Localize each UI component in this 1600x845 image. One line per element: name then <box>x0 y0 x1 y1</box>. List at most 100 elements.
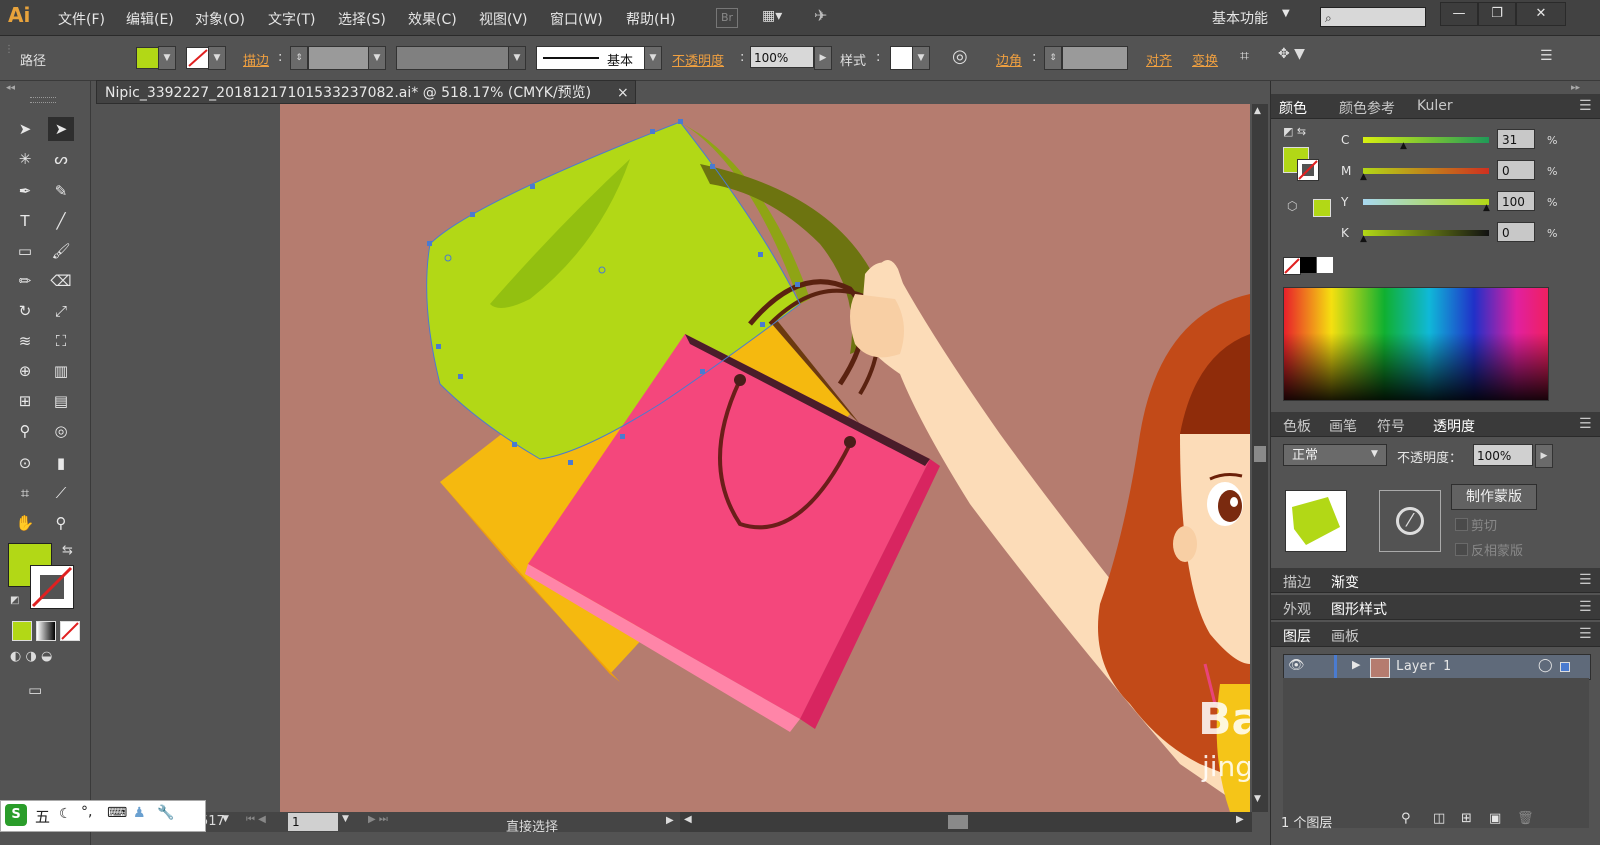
stroke-panel-menu-icon[interactable]: ☰ <box>1579 572 1592 588</box>
corner-field[interactable] <box>1062 46 1128 70</box>
black-color-button[interactable] <box>1300 257 1316 273</box>
make-mask-button[interactable]: 制作蒙版 <box>1451 484 1537 510</box>
channel-c-value[interactable]: 31 <box>1497 129 1535 149</box>
none-mode-button[interactable] <box>60 621 80 641</box>
rectangle-tool-icon[interactable]: ▭ <box>12 239 38 263</box>
slice-tool-icon[interactable]: ⟋ <box>48 481 74 505</box>
selection-indicator[interactable] <box>1560 662 1570 672</box>
menu-select[interactable]: 选择(S) <box>338 9 386 29</box>
none-color-button[interactable] <box>1283 257 1301 275</box>
width-tool-icon[interactable]: ≋ <box>12 329 38 353</box>
stroke-swatch[interactable] <box>186 47 210 69</box>
default-colors-icon[interactable]: ◩ ⇆ <box>1283 125 1306 138</box>
clip-checkbox[interactable] <box>1455 518 1468 531</box>
tab-artboards[interactable]: 画板 <box>1331 626 1359 646</box>
minimize-button[interactable]: — <box>1440 2 1478 26</box>
brush-dropdown[interactable]: ▼ <box>644 46 662 70</box>
workspace-switcher[interactable]: 基本功能 <box>1212 8 1268 28</box>
channel-y-slider[interactable] <box>1363 199 1489 205</box>
color-panel-menu-icon[interactable]: ☰ <box>1579 98 1592 114</box>
panel-stroke-swatch[interactable] <box>1297 159 1319 181</box>
blend-tool-icon[interactable]: ◎ <box>48 419 74 443</box>
layers-panel-menu-icon[interactable]: ☰ <box>1579 626 1592 642</box>
direct-selection-tool-icon[interactable]: ➤ <box>48 117 74 141</box>
color-mode-button[interactable] <box>12 621 32 641</box>
settings-wrench-icon[interactable]: 🔧 <box>157 805 174 821</box>
moon-icon[interactable]: ☾ <box>59 806 72 822</box>
artboard[interactable]: Ba jing <box>280 104 1250 812</box>
channel-c-slider[interactable] <box>1363 137 1489 143</box>
horizontal-scroll-thumb[interactable] <box>948 815 968 829</box>
blend-mode-chevron-icon[interactable]: ▼ <box>1371 449 1378 459</box>
ime-mode[interactable]: 五 <box>35 806 50 827</box>
delete-layer-icon[interactable]: 🗑 <box>1517 811 1534 826</box>
target-icon[interactable]: ◯ <box>1538 658 1553 673</box>
scroll-right-icon[interactable]: ▶ <box>1236 814 1244 825</box>
tab-layers[interactable]: 图层 <box>1283 626 1311 646</box>
symbol-sprayer-tool-icon[interactable]: ⊙ <box>12 451 38 475</box>
ime-logo-icon[interactable]: S <box>5 804 27 826</box>
channel-m-value[interactable]: 0 <box>1497 160 1535 180</box>
close-window-button[interactable]: ✕ <box>1516 2 1566 26</box>
channel-k-value[interactable]: 0 <box>1497 222 1535 242</box>
bridge-button[interactable]: Br <box>716 8 738 28</box>
visibility-eye-icon[interactable]: 👁 <box>1288 658 1305 673</box>
isolate-selected-icon[interactable]: ⌗ <box>1240 46 1262 68</box>
toolbar-grip[interactable] <box>30 97 56 103</box>
pen-tool-icon[interactable]: ✒ <box>12 179 38 203</box>
corner-label[interactable]: 边角 <box>996 50 1022 69</box>
zoom-dropdown[interactable]: ▼ <box>222 814 229 824</box>
opacity-label[interactable]: 不透明度 <box>672 50 724 69</box>
keyboard-icon[interactable]: ⌨ <box>107 805 127 821</box>
line-tool-icon[interactable]: ╱ <box>48 209 74 233</box>
locate-object-icon[interactable]: ⚲ <box>1401 811 1411 826</box>
tab-kuler[interactable]: Kuler <box>1417 98 1453 114</box>
status-menu-icon[interactable]: ▶ <box>666 815 674 826</box>
tab-color-guide[interactable]: 颜色参考 <box>1339 98 1395 118</box>
tab-transparency[interactable]: 透明度 <box>1433 416 1475 436</box>
variable-width-dropdown[interactable]: ▼ <box>508 46 526 70</box>
collapse-icon[interactable]: ◂◂ <box>6 83 15 93</box>
gradient-mode-button[interactable] <box>36 621 56 641</box>
collapse-panels-icon[interactable]: ▸▸ <box>1571 83 1580 93</box>
appearance-panel-menu-icon[interactable]: ☰ <box>1579 599 1592 615</box>
channel-c-thumb[interactable]: ▲ <box>1400 141 1407 151</box>
paintbrush-tool-icon[interactable]: 🖌 <box>48 239 74 263</box>
menu-file[interactable]: 文件(F) <box>58 9 105 29</box>
invert-mask-checkbox[interactable] <box>1455 543 1468 556</box>
gradient-tool-icon[interactable]: ▤ <box>48 389 74 413</box>
out-of-gamut-icon[interactable]: ⬡ <box>1287 199 1297 213</box>
curvature-tool-icon[interactable]: ✎ <box>48 179 74 203</box>
eyedropper-tool-icon[interactable]: ⚲ <box>12 419 38 443</box>
artboard-number-field[interactable]: 1 <box>288 813 338 831</box>
shape-builder-tool-icon[interactable]: ⊕ <box>12 359 38 383</box>
lasso-tool-icon[interactable]: ᔕ <box>48 147 74 171</box>
channel-m-slider[interactable] <box>1363 168 1489 174</box>
menu-view[interactable]: 视图(V) <box>479 9 528 29</box>
chart-tool-icon[interactable]: ▥ <box>48 359 74 383</box>
align-label[interactable]: 对齐 <box>1146 50 1172 69</box>
horizontal-scrollbar[interactable]: ◀ ▶ <box>680 812 1252 832</box>
hand-tool-icon[interactable]: ✋ <box>12 511 38 535</box>
transparency-opacity-field[interactable]: 100% <box>1473 444 1533 466</box>
tab-color[interactable]: 颜色 <box>1279 98 1307 118</box>
arrange-documents-icon[interactable]: ▦▾ <box>762 8 796 26</box>
fill-swatch[interactable] <box>136 47 160 69</box>
skin-icon[interactable]: ♟ <box>133 805 146 821</box>
tab-graphic-styles[interactable]: 图形样式 <box>1331 599 1387 619</box>
stroke-label[interactable]: 描边 <box>243 50 269 69</box>
scale-tool-icon[interactable]: ⤢ <box>48 299 74 323</box>
corner-stepper[interactable]: ⇕ <box>1044 46 1062 70</box>
channel-m-thumb[interactable]: ▲ <box>1360 172 1367 182</box>
artboard-tool-icon[interactable]: ⌗ <box>12 481 38 505</box>
channel-y-value[interactable]: 100 <box>1497 191 1535 211</box>
menu-window[interactable]: 窗口(W) <box>550 9 603 29</box>
vertical-scroll-thumb[interactable] <box>1254 446 1266 462</box>
mask-thumbnail[interactable]: ⁄ <box>1379 490 1441 552</box>
maximize-button[interactable]: ❐ <box>1478 2 1516 26</box>
variable-width-profile[interactable] <box>396 46 510 70</box>
menu-edit[interactable]: 编辑(E) <box>126 9 174 29</box>
expand-layer-icon[interactable]: ▶ <box>1352 658 1360 671</box>
chevron-down-icon[interactable]: ▼ <box>1282 8 1290 19</box>
stroke-weight-field[interactable] <box>308 46 370 70</box>
